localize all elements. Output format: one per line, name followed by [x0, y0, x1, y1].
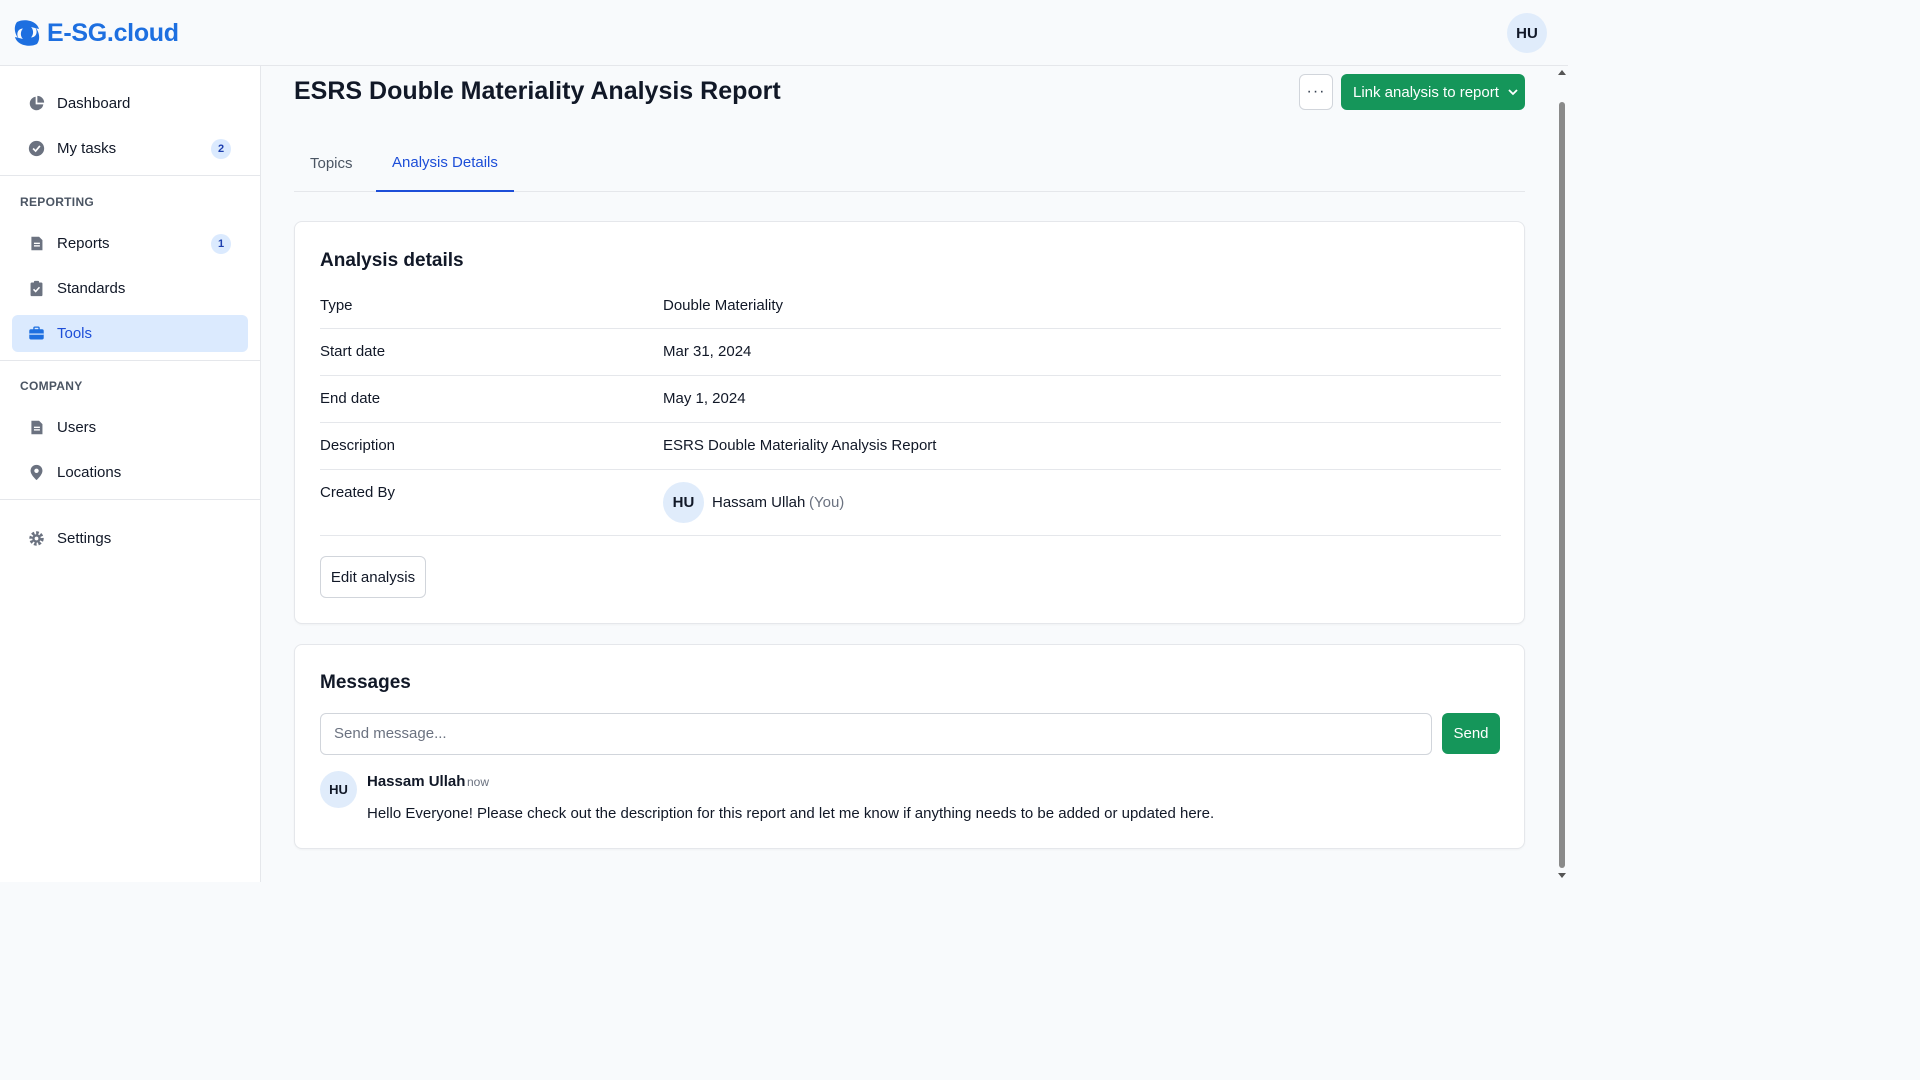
sidebar-item-tools[interactable]: Tools: [12, 315, 248, 352]
sidebar-item-my-tasks[interactable]: My tasks 2: [12, 130, 248, 167]
detail-label: End date: [320, 390, 381, 407]
logo-icon: [14, 20, 40, 46]
scroll-thumb[interactable]: [1559, 102, 1565, 868]
chevron-down-icon: [1507, 86, 1519, 98]
page-title: ESRS Double Materiality Analysis Report: [294, 77, 781, 105]
scroll-up-arrow-icon[interactable]: [1558, 70, 1566, 75]
sidebar-item-label: Dashboard: [57, 95, 131, 112]
logo[interactable]: E-SG.cloud: [11, 17, 179, 49]
tab-bar: Topics Analysis Details: [294, 134, 1525, 192]
creator-you-tag: (You): [809, 494, 845, 511]
detail-value: Double Materiality: [663, 297, 784, 314]
detail-row-created-by: Created By HU Hassam Ullah (You): [320, 470, 1501, 536]
sidebar-divider: [0, 499, 260, 500]
logo-text: E-SG.cloud: [47, 18, 179, 47]
message-time: now: [467, 775, 490, 789]
detail-label: Type: [320, 297, 353, 314]
edit-analysis-button[interactable]: Edit analysis: [320, 556, 426, 598]
gear-icon: [28, 530, 45, 547]
message-author: Hassam Ullah: [367, 773, 466, 790]
creator-avatar: HU: [663, 482, 704, 523]
sidebar-item-label: Standards: [57, 280, 126, 297]
creator-name: Hassam Ullah: [712, 494, 806, 511]
detail-row-start-date: Start date Mar 31, 2024: [320, 329, 1501, 376]
section-label-company: COMPANY: [20, 379, 83, 393]
clipboard-check-icon: [28, 280, 45, 297]
sidebar-item-label: Settings: [57, 530, 112, 547]
document-icon: [28, 235, 45, 252]
check-circle-icon: [28, 140, 45, 157]
detail-row-end-date: End date May 1, 2024: [320, 376, 1501, 423]
sidebar-divider: [0, 360, 260, 361]
sidebar-item-dashboard[interactable]: Dashboard: [12, 85, 248, 122]
sidebar-item-label: Tools: [57, 325, 93, 342]
document-icon: [28, 419, 45, 436]
message-text: Hello Everyone! Please check out the des…: [367, 805, 1215, 822]
scroll-down-arrow-icon[interactable]: [1558, 873, 1566, 878]
sidebar-item-users[interactable]: Users: [12, 409, 248, 446]
detail-label: Start date: [320, 343, 386, 360]
link-analysis-button[interactable]: Link analysis to report: [1341, 74, 1525, 110]
send-button[interactable]: Send: [1442, 713, 1500, 754]
detail-row-description: Description ESRS Double Materiality Anal…: [320, 423, 1501, 470]
detail-label: Description: [320, 437, 396, 454]
sidebar-item-locations[interactable]: Locations: [12, 454, 248, 491]
sidebar: Dashboard My tasks 2 REPORTING Reports 1…: [0, 66, 261, 882]
detail-value: ESRS Double Materiality Analysis Report: [663, 437, 937, 454]
main-scrollbar[interactable]: [1556, 66, 1568, 882]
sidebar-item-label: Reports: [57, 235, 110, 252]
detail-row-type: Type Double Materiality: [320, 286, 1501, 329]
main-content: ESRS Double Materiality Analysis Report …: [262, 66, 1556, 882]
sidebar-item-label: Users: [57, 419, 97, 436]
link-analysis-label: Link analysis to report: [1353, 83, 1499, 101]
detail-label: Created By: [320, 484, 396, 501]
map-pin-icon: [28, 464, 45, 481]
section-label-reporting: REPORTING: [20, 195, 95, 209]
tab-topics[interactable]: Topics: [294, 134, 369, 192]
analysis-details-card: Analysis details Type Double Materiality…: [294, 221, 1525, 624]
message-avatar: HU: [320, 771, 357, 808]
user-avatar[interactable]: HU: [1507, 13, 1547, 53]
briefcase-icon: [28, 325, 45, 342]
tab-analysis-details[interactable]: Analysis Details: [376, 134, 514, 192]
sidebar-item-settings[interactable]: Settings: [12, 520, 248, 557]
more-options-button[interactable]: ···: [1299, 74, 1333, 110]
pie-chart-icon: [28, 95, 45, 112]
top-bar: E-SG.cloud HU: [0, 0, 1568, 66]
sidebar-divider: [0, 175, 260, 176]
sidebar-item-standards[interactable]: Standards: [12, 270, 248, 307]
sidebar-item-label: My tasks: [57, 140, 117, 157]
reports-count-badge: 1: [211, 234, 231, 254]
message-input[interactable]: [320, 713, 1432, 755]
tasks-count-badge: 2: [211, 139, 231, 159]
analysis-details-title: Analysis details: [320, 250, 464, 271]
detail-value: May 1, 2024: [663, 390, 746, 407]
detail-value: Mar 31, 2024: [663, 343, 752, 360]
sidebar-item-label: Locations: [57, 464, 122, 481]
messages-card: Messages Send HU Hassam Ullah now Hello …: [294, 644, 1525, 849]
sidebar-item-reports[interactable]: Reports 1: [12, 225, 248, 262]
messages-title: Messages: [320, 672, 411, 693]
